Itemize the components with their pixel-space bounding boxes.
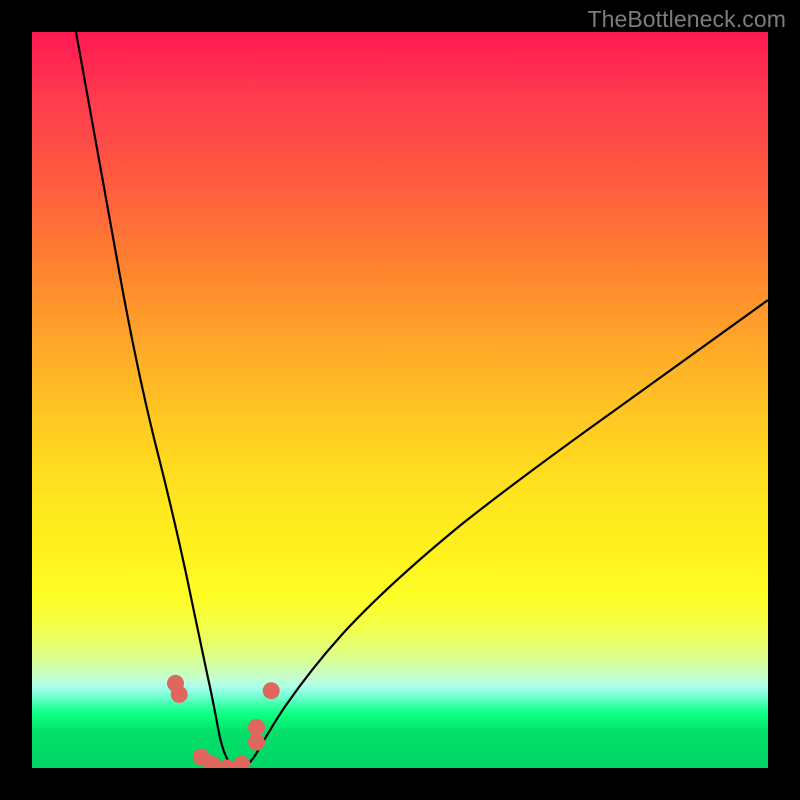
chart-container: TheBottleneck.com: [0, 0, 800, 800]
data-marker: [219, 760, 236, 769]
bottleneck-curve: [76, 32, 768, 767]
data-marker: [171, 686, 188, 703]
plot-overlay: [32, 32, 768, 768]
data-marker: [263, 682, 280, 699]
watermark-text: TheBottleneck.com: [587, 6, 786, 33]
data-marker: [233, 756, 250, 768]
data-marker: [248, 734, 265, 751]
marker-group: [167, 675, 280, 768]
data-marker: [248, 719, 265, 736]
